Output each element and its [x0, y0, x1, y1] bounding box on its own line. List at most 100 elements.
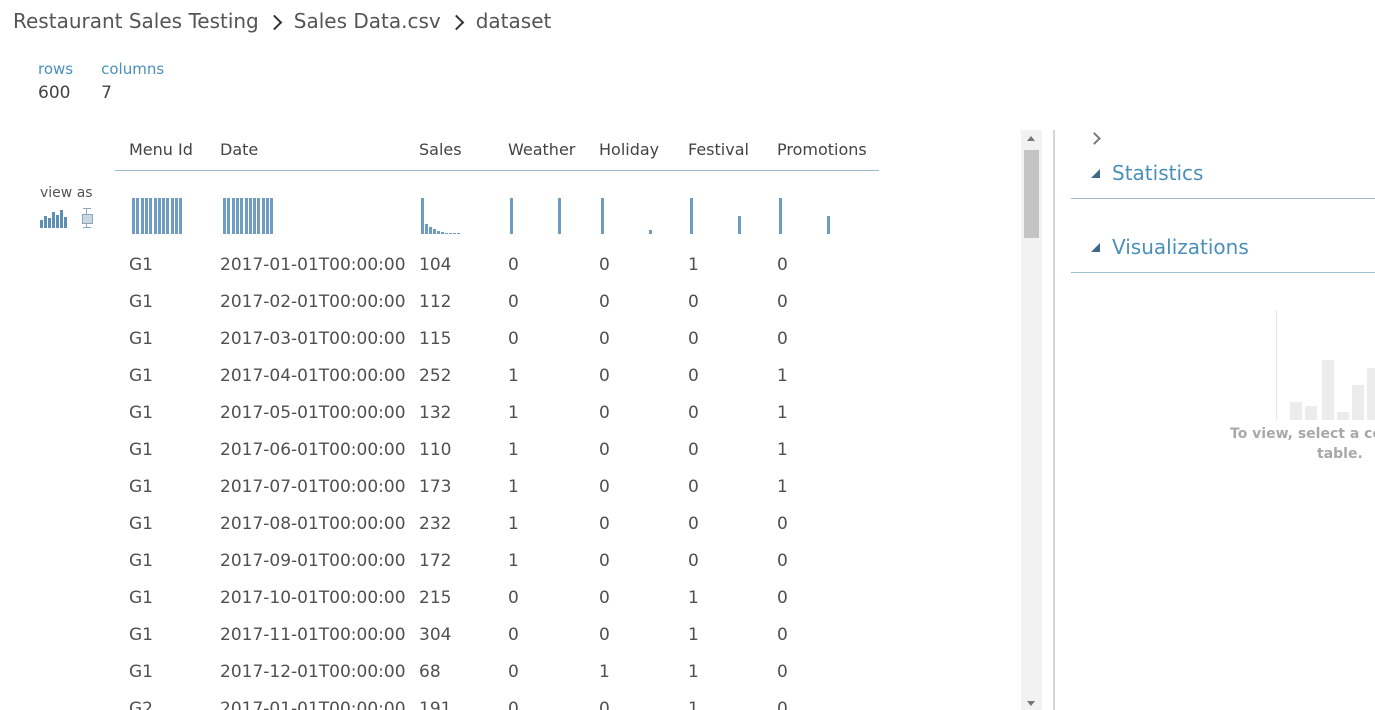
cell-sales[interactable]: 215: [419, 588, 451, 608]
cell-holiday[interactable]: 0: [599, 255, 610, 275]
cell-menu-id[interactable]: G1: [129, 366, 153, 386]
scrollbar-thumb[interactable]: [1024, 150, 1039, 238]
statistics-title[interactable]: Statistics: [1112, 161, 1203, 185]
cell-weather[interactable]: 1: [508, 440, 519, 460]
column-header-weather[interactable]: Weather: [508, 140, 575, 162]
cell-holiday[interactable]: 0: [599, 440, 610, 460]
cell-menu-id[interactable]: G1: [129, 514, 153, 534]
column-mini-chart-promotions[interactable]: [779, 192, 839, 234]
cell-date[interactable]: 2017-11-01T00:00:00: [220, 625, 406, 645]
cell-date[interactable]: 2017-12-01T00:00:00: [220, 662, 406, 682]
cell-weather[interactable]: 0: [508, 662, 519, 682]
cell-promotions[interactable]: 0: [777, 699, 788, 710]
cell-sales[interactable]: 104: [419, 255, 451, 275]
cell-promotions[interactable]: 0: [777, 662, 788, 682]
cell-date[interactable]: 2017-05-01T00:00:00: [220, 403, 406, 423]
cell-promotions[interactable]: 1: [777, 366, 788, 386]
visualizations-title[interactable]: Visualizations: [1112, 235, 1249, 259]
cell-weather[interactable]: 1: [508, 514, 519, 534]
breadcrumb-item-experiment[interactable]: Restaurant Sales Testing: [13, 9, 259, 33]
cell-festival[interactable]: 0: [688, 477, 699, 497]
cell-date[interactable]: 2017-06-01T00:00:00: [220, 440, 406, 460]
cell-sales[interactable]: 132: [419, 403, 451, 423]
column-header-promotions[interactable]: Promotions: [777, 140, 867, 162]
column-header-menu-id[interactable]: Menu Id: [129, 140, 193, 162]
cell-promotions[interactable]: 0: [777, 329, 788, 349]
cell-promotions[interactable]: 0: [777, 551, 788, 571]
cell-sales[interactable]: 115: [419, 329, 451, 349]
cell-promotions[interactable]: 1: [777, 440, 788, 460]
column-mini-chart-sales[interactable]: [421, 192, 481, 234]
cell-holiday[interactable]: 0: [599, 366, 610, 386]
cell-holiday[interactable]: 0: [599, 403, 610, 423]
cell-menu-id[interactable]: G1: [129, 551, 153, 571]
cell-date[interactable]: 2017-03-01T00:00:00: [220, 329, 406, 349]
collapse-panel-icon[interactable]: [1088, 132, 1101, 145]
cell-menu-id[interactable]: G1: [129, 292, 153, 312]
cell-sales[interactable]: 112: [419, 292, 451, 312]
cell-promotions[interactable]: 0: [777, 625, 788, 645]
cell-festival[interactable]: 0: [688, 551, 699, 571]
cell-date[interactable]: 2017-08-01T00:00:00: [220, 514, 406, 534]
cell-festival[interactable]: 1: [688, 588, 699, 608]
cell-festival[interactable]: 1: [688, 255, 699, 275]
cell-menu-id[interactable]: G1: [129, 403, 153, 423]
cell-sales[interactable]: 304: [419, 625, 451, 645]
cell-promotions[interactable]: 0: [777, 514, 788, 534]
cell-weather[interactable]: 0: [508, 292, 519, 312]
cell-weather[interactable]: 0: [508, 588, 519, 608]
cell-holiday[interactable]: 0: [599, 514, 610, 534]
cell-sales[interactable]: 68: [419, 662, 441, 682]
cell-weather[interactable]: 0: [508, 699, 519, 710]
column-mini-chart-festival[interactable]: [690, 192, 750, 234]
cell-sales[interactable]: 110: [419, 440, 451, 460]
scroll-down-icon[interactable]: [1027, 701, 1035, 706]
cell-weather[interactable]: 1: [508, 477, 519, 497]
cell-menu-id[interactable]: G1: [129, 588, 153, 608]
cell-festival[interactable]: 0: [688, 440, 699, 460]
column-mini-chart-weather[interactable]: [510, 192, 570, 234]
cell-date[interactable]: 2017-10-01T00:00:00: [220, 588, 406, 608]
cell-menu-id[interactable]: G1: [129, 255, 153, 275]
vertical-scrollbar[interactable]: [1021, 130, 1042, 710]
cell-menu-id[interactable]: G1: [129, 477, 153, 497]
column-header-sales[interactable]: Sales: [419, 140, 462, 162]
cell-sales[interactable]: 172: [419, 551, 451, 571]
cell-festival[interactable]: 0: [688, 366, 699, 386]
scroll-up-icon[interactable]: [1027, 136, 1035, 141]
cell-date[interactable]: 2017-07-01T00:00:00: [220, 477, 406, 497]
column-mini-chart-menu-id[interactable]: [132, 192, 192, 234]
cell-date[interactable]: 2017-02-01T00:00:00: [220, 292, 406, 312]
cell-weather[interactable]: 0: [508, 329, 519, 349]
cell-date[interactable]: 2017-01-01T00:00:00: [220, 699, 406, 710]
cell-sales[interactable]: 232: [419, 514, 451, 534]
cell-promotions[interactable]: 0: [777, 255, 788, 275]
boxplot-icon[interactable]: [81, 208, 93, 228]
cell-date[interactable]: 2017-01-01T00:00:00: [220, 255, 406, 275]
cell-festival[interactable]: 0: [688, 329, 699, 349]
cell-menu-id[interactable]: G2: [129, 699, 153, 710]
cell-promotions[interactable]: 1: [777, 403, 788, 423]
cell-menu-id[interactable]: G1: [129, 440, 153, 460]
column-header-holiday[interactable]: Holiday: [599, 140, 659, 162]
cell-promotions[interactable]: 1: [777, 477, 788, 497]
cell-holiday[interactable]: 0: [599, 699, 610, 710]
cell-weather[interactable]: 0: [508, 625, 519, 645]
cell-promotions[interactable]: 0: [777, 588, 788, 608]
column-header-date[interactable]: Date: [220, 140, 258, 162]
column-header-festival[interactable]: Festival: [688, 140, 749, 162]
histogram-icon[interactable]: [40, 208, 68, 228]
cell-festival[interactable]: 1: [688, 625, 699, 645]
cell-menu-id[interactable]: G1: [129, 662, 153, 682]
cell-holiday[interactable]: 0: [599, 551, 610, 571]
cell-festival[interactable]: 0: [688, 403, 699, 423]
cell-sales[interactable]: 252: [419, 366, 451, 386]
column-mini-chart-date[interactable]: [223, 192, 283, 234]
column-mini-chart-holiday[interactable]: [601, 192, 661, 234]
cell-festival[interactable]: 1: [688, 699, 699, 710]
visualizations-section[interactable]: Visualizations: [1071, 232, 1375, 273]
cell-holiday[interactable]: 0: [599, 588, 610, 608]
cell-sales[interactable]: 173: [419, 477, 451, 497]
cell-promotions[interactable]: 0: [777, 292, 788, 312]
cell-sales[interactable]: 191: [419, 699, 451, 710]
